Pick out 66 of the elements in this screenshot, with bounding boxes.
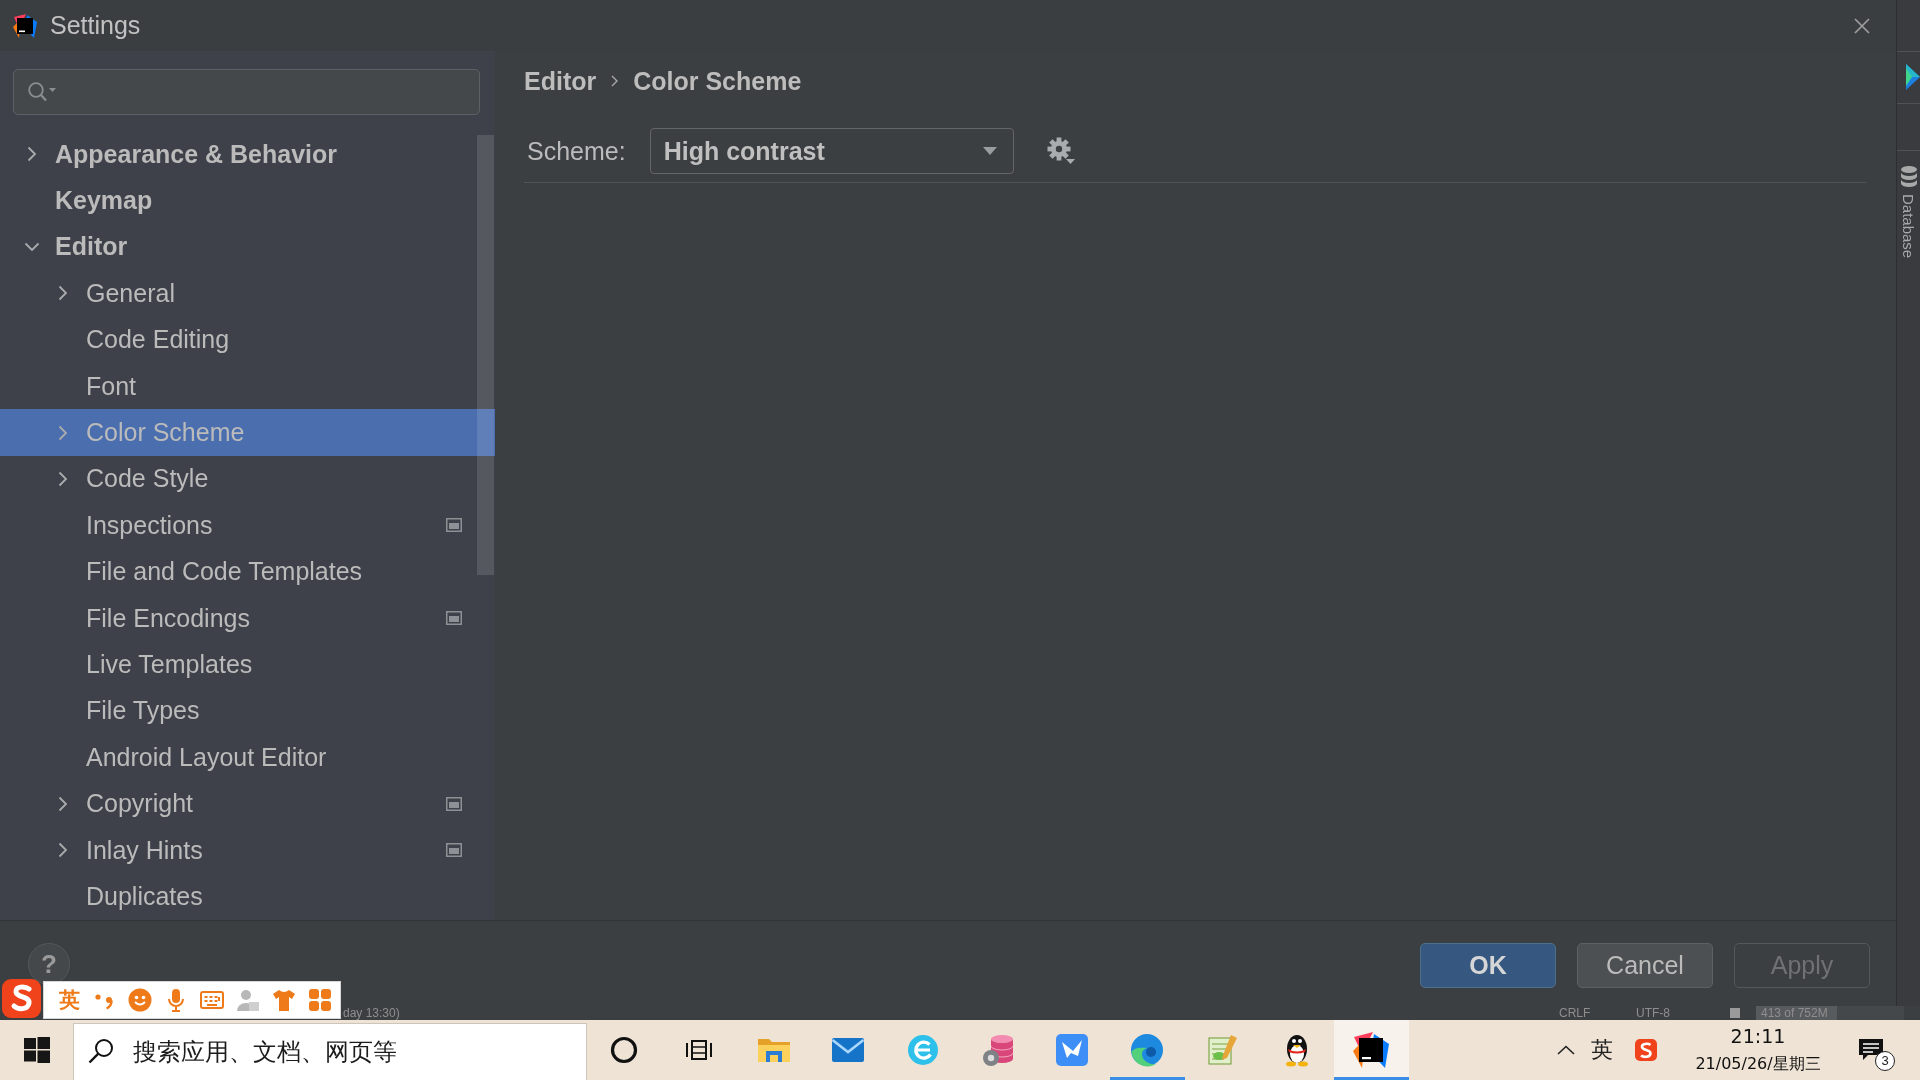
tree-item[interactable]: Code Editing [0,316,495,363]
grid-icon[interactable] [308,988,332,1012]
swirl-icon [1130,1033,1165,1067]
scrollbar-thumb[interactable] [477,135,494,575]
tree-item[interactable]: Editor [0,223,495,271]
keyboard-icon[interactable] [200,988,224,1012]
search-icon [27,81,57,103]
dialog-button[interactable]: Cancel [1577,943,1713,988]
smiley-icon[interactable] [128,988,152,1012]
input-method-logo-icon[interactable] [0,977,43,1020]
tree-item[interactable]: Inlay Hints [0,826,495,874]
tree-item[interactable]: Copyright [0,780,495,827]
window-title: Settings [50,11,141,40]
person-icon[interactable] [236,988,260,1012]
help-button[interactable]: ? [28,943,70,985]
scheme-dropdown[interactable]: High contrast [649,128,1014,174]
notification-icon[interactable] [1858,1038,1884,1062]
search-icon [88,1038,114,1064]
app-logo-icon [1353,1032,1390,1068]
breadcrumb-item[interactable]: Editor [524,66,597,96]
tree-item[interactable]: General [0,270,495,317]
notification-badge: 3 [1875,1051,1895,1071]
folder-icon [756,1036,791,1064]
windows-logo-icon[interactable] [24,1037,50,1063]
tree-item[interactable]: File and Code Templates [0,548,495,595]
input-mode-indicator[interactable]: 英 [1591,1035,1613,1065]
scheme-label: Scheme: [527,136,626,166]
input-method-icon[interactable] [1634,1038,1658,1062]
database-icon [1900,166,1917,188]
status-item[interactable]: UTF-8 [1636,1006,1713,1020]
tree-item[interactable]: File Types [0,687,495,735]
chevron-right-icon [611,75,619,87]
clock[interactable]: 21:11 21/05/26/星期三 [1694,1023,1822,1077]
tree-item[interactable]: Font [0,362,495,410]
tree-item[interactable]: Inspections [0,502,495,549]
caret-down-icon [982,147,997,155]
input-mode-toggle[interactable]: 英 [59,986,80,1014]
tree-item[interactable]: Duplicates [0,873,495,920]
tree-item[interactable]: File Encodings [0,594,495,642]
dialog-button[interactable]: OK [1420,943,1556,988]
circle-icon[interactable] [610,1036,639,1064]
search-field[interactable] [13,69,480,115]
tool-window-tab[interactable]: Database [1900,194,1917,259]
breadcrumb-item[interactable]: Color Scheme [633,66,802,96]
browser-icon [907,1034,940,1066]
status-item[interactable]: CRLF [1559,1006,1636,1020]
gear-icon[interactable] [1046,137,1075,165]
tree-item[interactable]: Keymap [0,177,495,224]
taskbar-search-field[interactable]: 搜索应用、文档、网页等 [73,1023,587,1080]
notepad-icon [1205,1034,1238,1066]
close-icon[interactable] [1854,17,1870,34]
tree-item[interactable]: Appearance & Behavior [0,131,495,178]
chevron-up-icon[interactable] [1557,1045,1575,1055]
taskbar-app-button[interactable] [1333,1020,1409,1080]
tree-item[interactable]: Live Templates [0,641,495,688]
app-logo-icon [13,13,37,38]
tree-item[interactable]: Android Layout Editor [0,734,495,781]
bird-icon [1056,1034,1089,1066]
triangle-icon [1906,64,1920,90]
database-icon [980,1033,1015,1067]
envelope-icon [831,1037,866,1063]
square-icon [1730,1008,1740,1018]
tree-item[interactable]: Code Style [0,455,495,503]
status-text: day 13:30) [343,1006,400,1020]
task-view-icon[interactable] [685,1038,714,1062]
shirt-icon[interactable] [272,988,296,1012]
